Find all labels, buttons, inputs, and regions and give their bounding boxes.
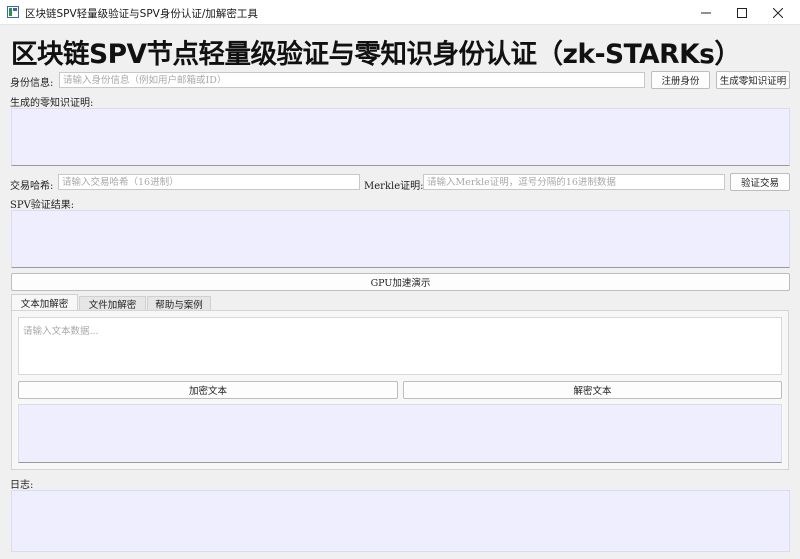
zk-proof-output[interactable] (11, 108, 790, 166)
encrypt-text-button[interactable]: 加密文本 (18, 381, 398, 399)
window-titlebar: 区块链SPV轻量级验证与SPV身份认证/加解密工具 (0, 0, 800, 25)
window-title: 区块链SPV轻量级验证与SPV身份认证/加解密工具 (25, 8, 258, 20)
app-icon (7, 6, 19, 18)
page-title: 区块链SPV节点轻量级验证与零知识身份认证（zk-STARKs） (11, 39, 741, 70)
tx-hash-label: 交易哈希: (10, 181, 54, 192)
decrypt-text-button[interactable]: 解密文本 (403, 381, 782, 399)
minimize-button[interactable] (688, 0, 724, 25)
plaintext-input[interactable] (18, 317, 782, 375)
tab-help[interactable]: 帮助与案例 (147, 296, 211, 311)
merkle-proof-label: Merkle证明: (364, 181, 424, 192)
close-icon (773, 7, 783, 18)
spv-result-output[interactable] (11, 210, 790, 268)
zk-proof-label: 生成的零知识证明: (10, 98, 94, 109)
maximize-button[interactable] (724, 0, 760, 25)
close-button[interactable] (760, 0, 796, 25)
log-output[interactable] (11, 490, 790, 552)
maximize-icon (737, 7, 747, 18)
tx-hash-input[interactable] (58, 174, 360, 190)
log-label: 日志: (10, 480, 34, 491)
merkle-proof-input[interactable] (423, 174, 725, 190)
gpu-demo-button[interactable]: GPU加速演示 (11, 273, 790, 291)
crypto-output[interactable] (18, 404, 782, 463)
tab-file-crypto[interactable]: 文件加解密 (79, 296, 146, 311)
tab-text-crypto[interactable]: 文本加解密 (11, 294, 78, 311)
verify-transaction-button[interactable]: 验证交易 (730, 173, 790, 191)
spv-result-label: SPV验证结果: (10, 200, 75, 211)
identity-input[interactable] (59, 72, 645, 88)
generate-zk-proof-button[interactable]: 生成零知识证明 (716, 71, 790, 89)
minimize-icon (701, 12, 711, 13)
register-identity-button[interactable]: 注册身份 (651, 71, 710, 89)
identity-label: 身份信息: (10, 78, 54, 89)
tab-pane-text-crypto: 加密文本 解密文本 (11, 310, 789, 470)
